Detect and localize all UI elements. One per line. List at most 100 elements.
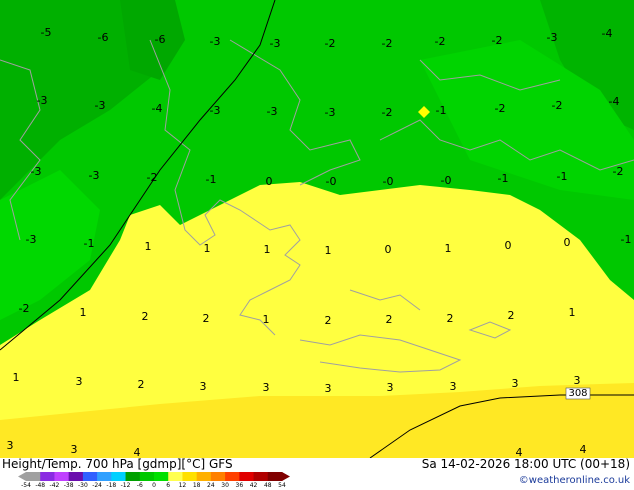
temperature-label: 3 (7, 439, 14, 452)
temperature-label: 1 (264, 243, 271, 256)
color-scale-tick: -30 (77, 482, 88, 489)
color-scale-tick: 30 (221, 482, 229, 489)
color-scale-tick: 24 (207, 482, 215, 489)
temperature-label: 1 (80, 306, 87, 319)
temperature-label: -5 (41, 26, 52, 39)
temperature-label: 2 (203, 312, 210, 325)
temperature-label: 4 (580, 443, 587, 456)
color-scale-tick: -24 (92, 482, 103, 489)
temperature-label: 3 (512, 377, 519, 390)
temperature-label: -3 (270, 37, 281, 50)
temperature-label: 3 (574, 374, 581, 387)
color-scale-tick: 54 (278, 482, 286, 489)
temperature-label: 3 (387, 381, 394, 394)
temperature-label: 2 (142, 310, 149, 323)
temperature-label: -3 (37, 94, 48, 107)
temperature-label: -2 (492, 34, 503, 47)
temperature-label: -6 (98, 31, 109, 44)
contour-labels: 308 (568, 388, 587, 399)
temperature-label: -1 (557, 170, 568, 183)
color-scale-tick: -6 (136, 482, 143, 489)
credit-link[interactable]: ©weatheronline.co.uk (519, 475, 630, 486)
color-scale-tick: 36 (235, 482, 244, 489)
color-scale-bar (18, 472, 290, 481)
temperature-label: 1 (445, 242, 452, 255)
temperature-label: 0 (505, 239, 512, 252)
color-scale-segment (225, 472, 240, 481)
temperature-label: -3 (267, 105, 278, 118)
temperature-label: -1 (84, 237, 95, 250)
map-valid-time: Sa 14-02-2026 18:00 UTC (00+18) (421, 457, 630, 471)
color-scale-tick: -48 (35, 482, 46, 489)
temperature-label: -3 (325, 106, 336, 119)
color-scale-tick: -12 (120, 482, 131, 489)
temperature-label: -1 (436, 104, 447, 117)
temperature-label: 0 (385, 243, 392, 256)
temperature-label: -2 (552, 99, 563, 112)
temperature-label: 2 (508, 309, 515, 322)
map-footer: Height/Temp. 700 hPa [gdmp][°C] GFS Sa 1… (0, 457, 634, 490)
color-scale-segment (54, 472, 70, 481)
temperature-label: -3 (547, 31, 558, 44)
color-scale-segment (125, 472, 141, 481)
temperature-label: -2 (19, 302, 30, 315)
color-scale-segment (111, 472, 127, 481)
color-scale-segment (239, 472, 255, 481)
temperature-label: 3 (325, 382, 332, 395)
color-scale-tick: 42 (249, 482, 258, 489)
color-scale-segment (40, 472, 55, 481)
temperature-label: -4 (609, 95, 620, 108)
color-scale-segment (26, 472, 41, 481)
temperature-label: -2 (435, 35, 446, 48)
temperature-label: 3 (263, 381, 270, 394)
temperature-label: 3 (450, 380, 457, 393)
temperature-label: -3 (210, 104, 221, 117)
temperature-label: 0 (266, 175, 273, 188)
temperature-label: 1 (145, 240, 152, 253)
temperature-label: -0 (326, 175, 337, 188)
color-scale-tick: -38 (63, 482, 74, 489)
color-scale-segment (97, 472, 112, 481)
color-scale-tick: 0 (152, 482, 156, 489)
color-scale-segment (182, 472, 198, 481)
temperature-label: -3 (210, 35, 221, 48)
color-scale-segment (210, 472, 226, 481)
temperature-label: 2 (325, 314, 332, 327)
temperature-label: -2 (495, 102, 506, 115)
temperature-label: -1 (206, 173, 217, 186)
temperature-label: -0 (441, 174, 452, 187)
temperature-label: -4 (152, 102, 163, 115)
temperature-label: 2 (138, 378, 145, 391)
color-scale-segment (154, 472, 169, 481)
temperature-label: -3 (89, 169, 100, 182)
temperature-label: -2 (325, 37, 336, 50)
temperature-label: 2 (386, 313, 393, 326)
temperature-label: -2 (147, 171, 158, 184)
temperature-label: -3 (95, 99, 106, 112)
color-scale-segment (196, 472, 212, 481)
color-scale-segment (253, 472, 269, 481)
color-scale-arrow-left (18, 472, 26, 481)
color-scale-ticks: -54 -48 -42 -38 -30 -24 -18 -12 -6 0 6 12 18 24 30 36 42… (21, 482, 292, 490)
color-scale-segment (267, 472, 283, 481)
temperature-label: 1 (325, 244, 332, 257)
color-scale-tick: 48 (263, 482, 272, 489)
color-scale-segment (82, 472, 98, 481)
temperature-label: 1 (204, 242, 211, 255)
temperature-label: -2 (613, 165, 624, 178)
temperature-label: -1 (621, 233, 632, 246)
color-scale-segment (139, 472, 155, 481)
temperature-label: 3 (76, 375, 83, 388)
color-scale-segment (168, 472, 183, 481)
color-scale-tick: -18 (106, 482, 117, 489)
temperature-label: 1 (13, 371, 20, 384)
temperature-label: 3 (71, 443, 78, 456)
temperature-label: -4 (602, 27, 613, 40)
color-scale-arrow-right (282, 472, 290, 481)
color-scale-tick: -54 (21, 482, 31, 489)
color-scale-tick: 6 (166, 482, 171, 489)
temperature-label: -6 (155, 33, 166, 46)
temperature-label: -3 (31, 165, 42, 178)
temperature-label: 1 (569, 306, 576, 319)
temperature-label: -2 (382, 37, 393, 50)
